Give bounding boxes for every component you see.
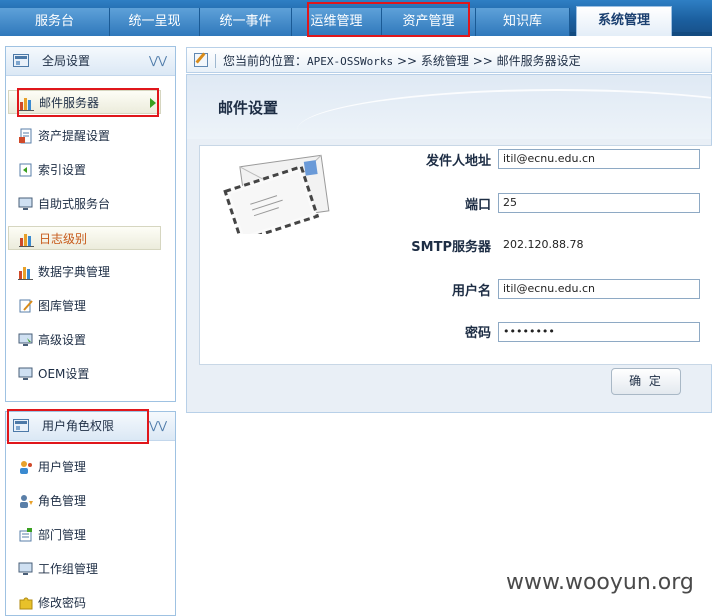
username-input[interactable]: itil@ecnu.edu.cn (498, 279, 700, 299)
panel-header-user-roles[interactable]: 用户角色权限 ⋁⋁ (6, 412, 175, 441)
sidebar-item-data-dictionary[interactable]: 数据字典管理 (8, 260, 161, 284)
sidebar-item-asset-reminder[interactable]: 资产提醒设置 (8, 124, 161, 148)
collapse-chevron-icon[interactable]: ⋁⋁ (149, 412, 167, 440)
sidebar-item-label: 自助式服务台 (38, 197, 111, 211)
breadcrumb-separator: >> (472, 54, 493, 68)
panel-user-roles: 用户角色权限 ⋁⋁ (5, 411, 176, 616)
sidebar-item-oem-settings[interactable]: OEM设置 (8, 362, 161, 386)
edit-icon (19, 299, 33, 313)
sidebar-item-label: 高级设置 (38, 333, 87, 347)
password-label: 密码 (464, 326, 491, 341)
collapse-chevron-icon[interactable]: ⋁⋁ (149, 47, 167, 75)
breadcrumb-root[interactable]: APEX-OSSWorks (307, 55, 393, 68)
envelope-icon (223, 154, 330, 234)
monitor-icon (18, 562, 33, 575)
sidebar-item-label: 索引设置 (38, 163, 87, 177)
sidebar-item-label: 工作组管理 (38, 562, 99, 576)
watermark: www.wooyun.org (506, 570, 694, 595)
tab-knowledge-base[interactable]: 知识库 (476, 8, 570, 36)
chart-icon (18, 267, 33, 280)
port-label: 端口 (464, 198, 491, 213)
sidebar-item-label: 邮件服务器 (39, 96, 100, 110)
monitor-icon (18, 197, 33, 210)
sidebar-item-label: 日志级别 (39, 232, 88, 246)
sidebar-item-label: 资产提醒设置 (38, 129, 111, 143)
smtp-server-input[interactable]: 202.120.88.78 (498, 235, 700, 255)
panel-window-icon (13, 419, 29, 432)
sidebar-item-label: 角色管理 (38, 494, 87, 508)
smtp-server-label: SMTP服务器 (411, 240, 491, 255)
tab-asset-management[interactable]: 资产管理 (382, 8, 476, 36)
document-icon (19, 128, 32, 144)
chart-icon (19, 98, 34, 111)
confirm-button[interactable]: 确 定 (611, 368, 681, 395)
chart-icon (19, 234, 34, 247)
edit-icon (194, 53, 208, 67)
monitor-icon (18, 367, 33, 380)
play-arrow-icon (150, 98, 156, 108)
sidebar-item-label: OEM设置 (38, 367, 90, 381)
sender-address-label: 发件人地址 (425, 154, 491, 169)
tab-unified-view[interactable]: 统一呈现 (110, 8, 200, 36)
sidebar-item-user-management[interactable]: 用户管理 (8, 455, 161, 479)
panel-header-global-settings[interactable]: 全局设置 ⋁⋁ (6, 47, 175, 76)
sidebar-item-gallery[interactable]: 图库管理 (8, 294, 161, 318)
sidebar-item-label: 图库管理 (38, 299, 87, 313)
decorative-swoosh (297, 89, 711, 139)
puzzle-icon (19, 597, 33, 610)
top-navigation: 服务台 统一呈现 统一事件 运维管理 资产管理 知识库 系统管理 (0, 0, 712, 36)
sidebar-item-log-level[interactable]: 日志级别 (8, 226, 161, 250)
sidebar-item-mail-server[interactable]: 邮件服务器 (8, 90, 161, 114)
breadcrumb: 您当前的位置：APEX-OSSWorks >> 系统管理 >> 邮件服务器设定 (186, 47, 712, 73)
breadcrumb-separator: >> (396, 54, 418, 68)
breadcrumb-divider (215, 54, 216, 68)
department-icon (19, 528, 32, 542)
sender-address-input[interactable]: itil@ecnu.edu.cn (498, 149, 700, 169)
monitor-icon (18, 333, 33, 346)
sidebar-item-change-password[interactable]: 修改密码 (8, 591, 161, 615)
breadcrumb-level1[interactable]: 系统管理 (421, 54, 469, 68)
panel-window-icon (13, 54, 29, 67)
breadcrumb-text: 您当前的位置：APEX-OSSWorks >> 系统管理 >> 邮件服务器设定 (223, 48, 581, 75)
sidebar-item-advanced-settings[interactable]: 高级设置 (8, 328, 161, 352)
tab-ops-management[interactable]: 运维管理 (292, 8, 382, 36)
panel-title: 用户角色权限 (42, 419, 115, 433)
port-input[interactable]: 25 (498, 193, 700, 213)
breadcrumb-level2: 邮件服务器设定 (496, 54, 581, 68)
sidebar-item-label: 用户管理 (38, 460, 87, 474)
role-icon (20, 495, 33, 508)
username-label: 用户名 (451, 284, 491, 299)
sidebar-item-label: 修改密码 (38, 596, 87, 610)
section-header: 邮件设置 (187, 75, 711, 139)
sidebar-item-self-service-desk[interactable]: 自助式服务台 (8, 192, 161, 216)
sidebar-item-workgroup-management[interactable]: 工作组管理 (8, 557, 161, 581)
mail-settings-form: 发件人地址 itil@ecnu.edu.cn 端口 25 SMTP服务器 202… (199, 145, 712, 365)
index-icon (19, 163, 32, 177)
password-input[interactable]: •••••••• (498, 322, 700, 342)
user-icon (20, 461, 32, 474)
sidebar-item-department-management[interactable]: 部门管理 (8, 523, 161, 547)
sidebar-item-index-settings[interactable]: 索引设置 (8, 158, 161, 182)
mail-settings-section: 邮件设置 发件人地址 itil@ecnu.edu.cn 端口 25 SMTP服务… (186, 74, 712, 413)
sidebar-item-label: 部门管理 (38, 528, 87, 542)
section-title: 邮件设置 (218, 99, 279, 117)
panel-title: 全局设置 (42, 54, 91, 68)
tab-system-management[interactable]: 系统管理 (576, 6, 672, 36)
sidebar-item-label: 数据字典管理 (38, 265, 111, 279)
tab-unified-event[interactable]: 统一事件 (200, 8, 292, 36)
tab-service-desk[interactable]: 服务台 (0, 8, 110, 36)
sidebar-item-role-management[interactable]: 角色管理 (8, 489, 161, 513)
breadcrumb-prefix: 您当前的位置： (223, 54, 308, 68)
